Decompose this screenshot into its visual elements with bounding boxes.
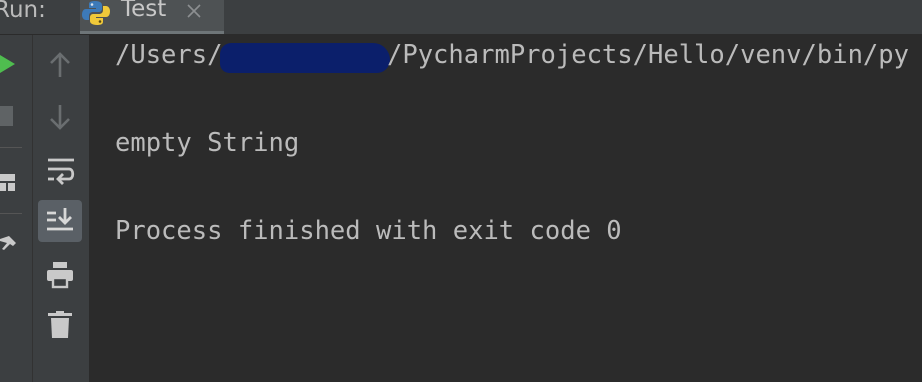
- program-output-line: empty String: [115, 128, 300, 158]
- stop-icon[interactable]: [0, 106, 13, 126]
- close-icon[interactable]: [186, 3, 202, 19]
- arrow-up-icon[interactable]: [48, 52, 72, 78]
- console-output[interactable]: /Users/ /PycharmProjects/Hello/venv/bin/…: [90, 35, 922, 382]
- python-icon: [82, 0, 110, 26]
- path-prefix: /Users/: [115, 40, 223, 70]
- run-toolbar-header: Run: Test: [0, 0, 922, 35]
- layout-icon[interactable]: [0, 173, 16, 193]
- trash-icon[interactable]: [48, 311, 72, 339]
- tab-active-indicator: [80, 31, 224, 34]
- scroll-to-end-icon[interactable]: [46, 207, 74, 235]
- exit-message: Process finished with exit code 0: [115, 216, 622, 246]
- pin-icon[interactable]: [0, 233, 18, 253]
- print-icon[interactable]: [46, 261, 74, 289]
- run-label: Run:: [0, 0, 46, 23]
- redacted-username: [220, 43, 390, 73]
- arrow-down-icon[interactable]: [48, 104, 72, 130]
- run-actions-strip: [0, 35, 33, 382]
- divider: [0, 147, 22, 148]
- play-icon[interactable]: [0, 53, 16, 75]
- tab-title: Test: [121, 0, 167, 22]
- path-suffix: /PycharmProjects/Hello/venv/bin/py: [387, 40, 909, 70]
- soft-wrap-icon[interactable]: [46, 157, 76, 187]
- divider: [0, 213, 22, 214]
